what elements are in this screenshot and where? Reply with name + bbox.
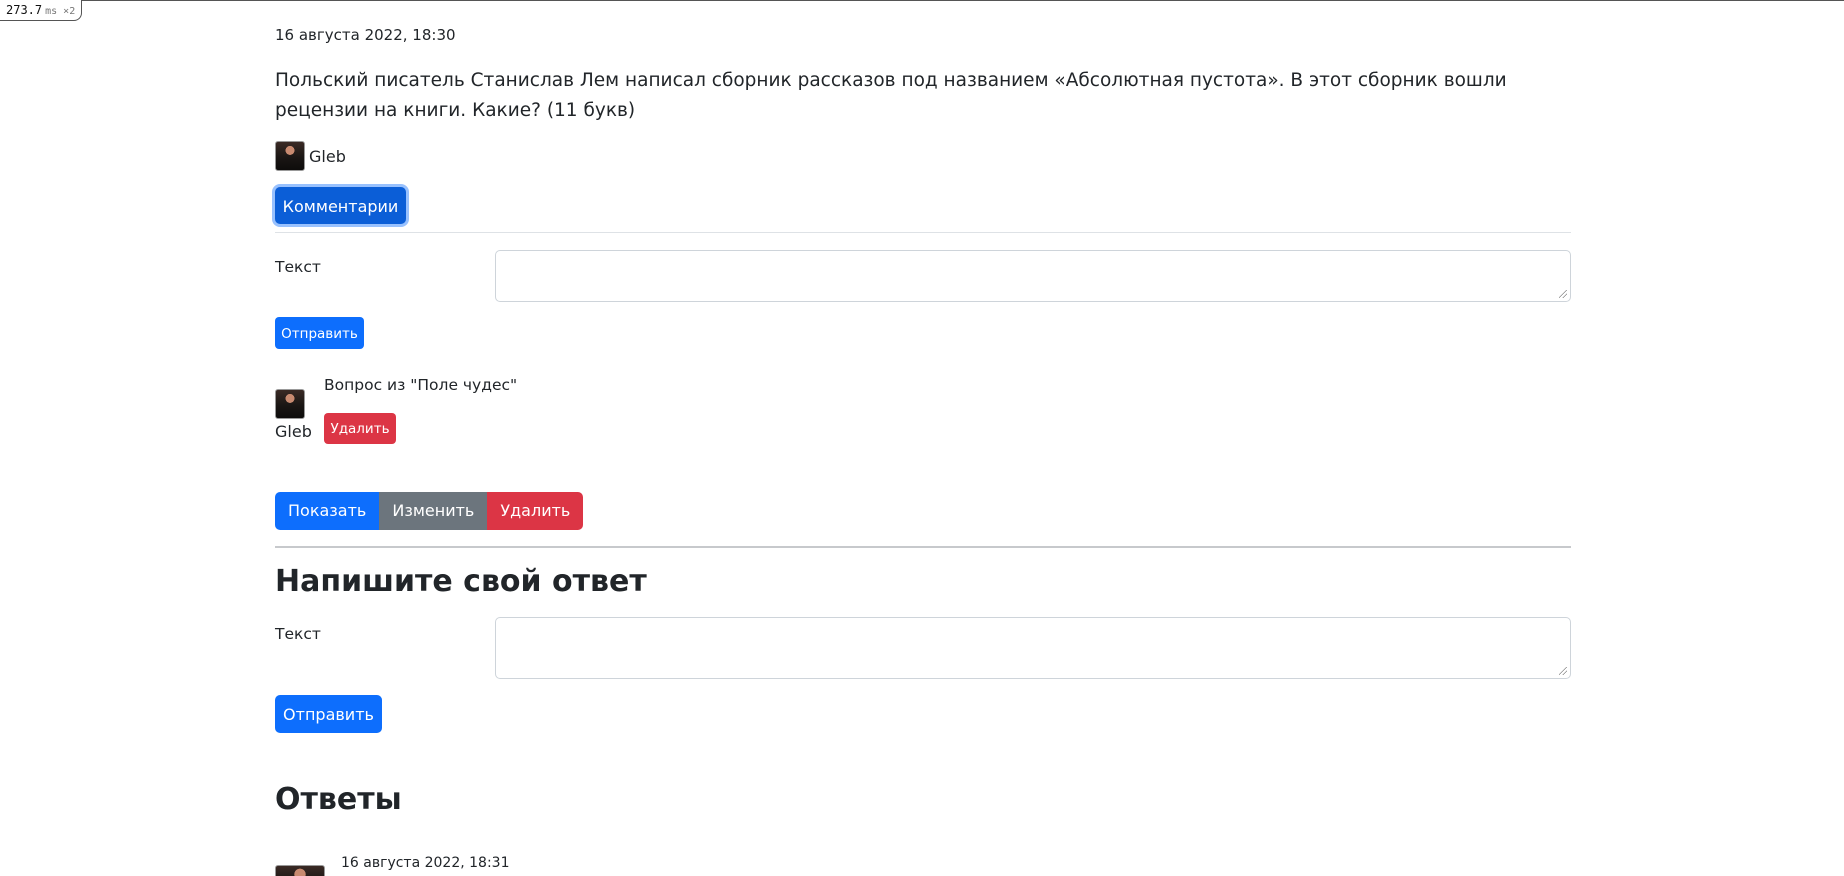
comment-textarea[interactable] (495, 250, 1571, 302)
answer-form-heading: Напишите свой ответ (275, 564, 647, 599)
delete-button[interactable]: Удалить (487, 492, 584, 530)
edit-button[interactable]: Изменить (379, 492, 488, 530)
comment-author[interactable]: Gleb (275, 422, 312, 441)
comment-author-avatar (275, 389, 305, 419)
question-date: 16 августа 2022, 18:30 (275, 26, 456, 44)
divider (275, 546, 1571, 548)
comment-delete-button[interactable]: Удалить (324, 413, 396, 444)
timing-badge: 273.7 ms ×2 (0, 0, 83, 21)
divider (275, 232, 1571, 233)
answer-author-avatar (275, 865, 325, 876)
comment-item: Gleb Вопрос из "Поле чудес" Удалить (275, 374, 875, 464)
comment-text-label: Текст (275, 258, 321, 276)
comment-submit-button[interactable]: Отправить (275, 317, 364, 349)
answer-item: 16 августа 2022, 18:31 (275, 852, 875, 876)
comments-button[interactable]: Комментарии (275, 187, 406, 224)
show-button[interactable]: Показать (275, 492, 380, 530)
page: 273.7 ms ×2 16 августа 2022, 18:30 Польск… (0, 0, 1844, 876)
answer-date: 16 августа 2022, 18:31 (341, 855, 510, 871)
author-avatar (275, 141, 305, 171)
question-actions: Показать Изменить Удалить (275, 492, 584, 530)
timing-unit: ms ×2 (45, 6, 76, 17)
answer-submit-button[interactable]: Отправить (275, 695, 382, 733)
question-author[interactable]: Gleb (275, 141, 346, 171)
author-name: Gleb (309, 146, 346, 166)
answers-heading: Ответы (275, 782, 402, 817)
top-border (0, 0, 1844, 1)
question-text: Польский писатель Станислав Лем написал … (275, 70, 1507, 121)
answer-text-label: Текст (275, 625, 321, 643)
answer-textarea[interactable] (495, 617, 1571, 679)
comment-text: Вопрос из "Поле чудес" (324, 376, 518, 394)
timing-value: 273.7 (6, 3, 43, 17)
